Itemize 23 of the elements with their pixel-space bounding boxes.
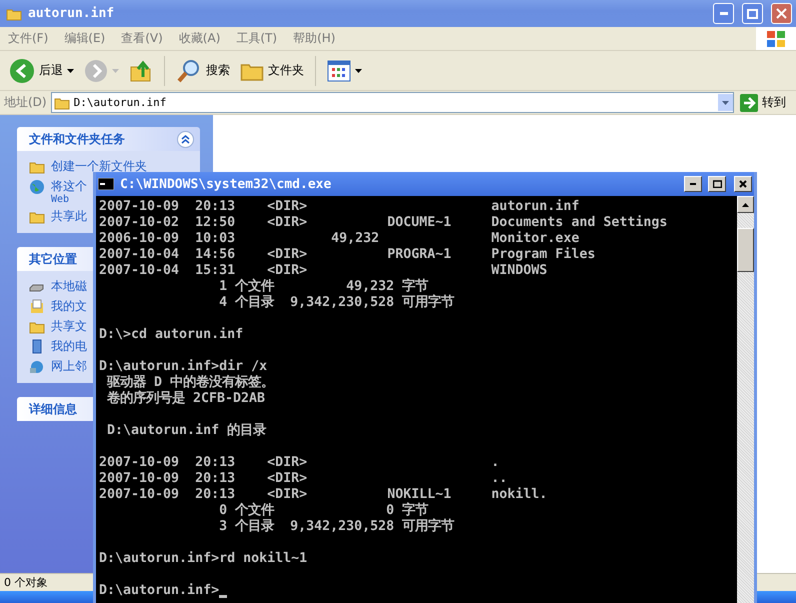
console-line: 2007-10-04 14:56 <DIR> PROGRA~1 Program Files	[99, 247, 596, 263]
console-line: 卷的序列号是 2CFB-D2AB	[106, 391, 266, 407]
console-line: 驱动器 D 中的卷没有标签。	[106, 375, 274, 390]
console-line: 2006-10-09 10:03 49,232 Monitor.exe	[99, 231, 580, 247]
console-line: 3 个目录 9,342,230,528 可用字节	[218, 519, 454, 535]
console-line: 2007-10-09 20:13 <DIR> autorun.inf	[99, 199, 580, 215]
console-line: D:\autorun.inf>rd nokill~1	[99, 551, 308, 567]
console-line: 0 个文件 0 字节	[218, 503, 428, 518]
console-line: D:\autorun.inf 的目录	[106, 423, 266, 439]
console-line: 2007-10-09 20:13 <DIR> ..	[99, 471, 508, 487]
console-line: 1 个文件 49,232 字节	[218, 279, 428, 294]
console-line: 2007-10-09 20:13 <DIR> NOKILL~1 nokill.	[99, 487, 548, 502]
console-line: 2007-10-04 15:31 <DIR> WINDOWS	[99, 263, 548, 278]
window-title: autorun.inf	[28, 6, 116, 21]
status-text: 0 个对象	[4, 575, 48, 590]
console-line: 2007-10-09 20:13 <DIR> .	[99, 455, 500, 471]
window-title: C:\WINDOWS\system32\cmd.exe	[120, 176, 332, 192]
address-label: 地址(D)	[4, 94, 47, 111]
console-line: D:\autorun.inf>	[99, 583, 220, 599]
console-line: D:\>cd autorun.inf	[99, 327, 244, 343]
console-line: D:\autorun.inf>dir /x	[99, 359, 268, 374]
console-line: 4 个目录 9,342,230,528 可用字节	[218, 295, 454, 311]
console-line: 2007-10-02 12:50 <DIR> DOCUME~1 Documents and Settings	[99, 215, 668, 231]
